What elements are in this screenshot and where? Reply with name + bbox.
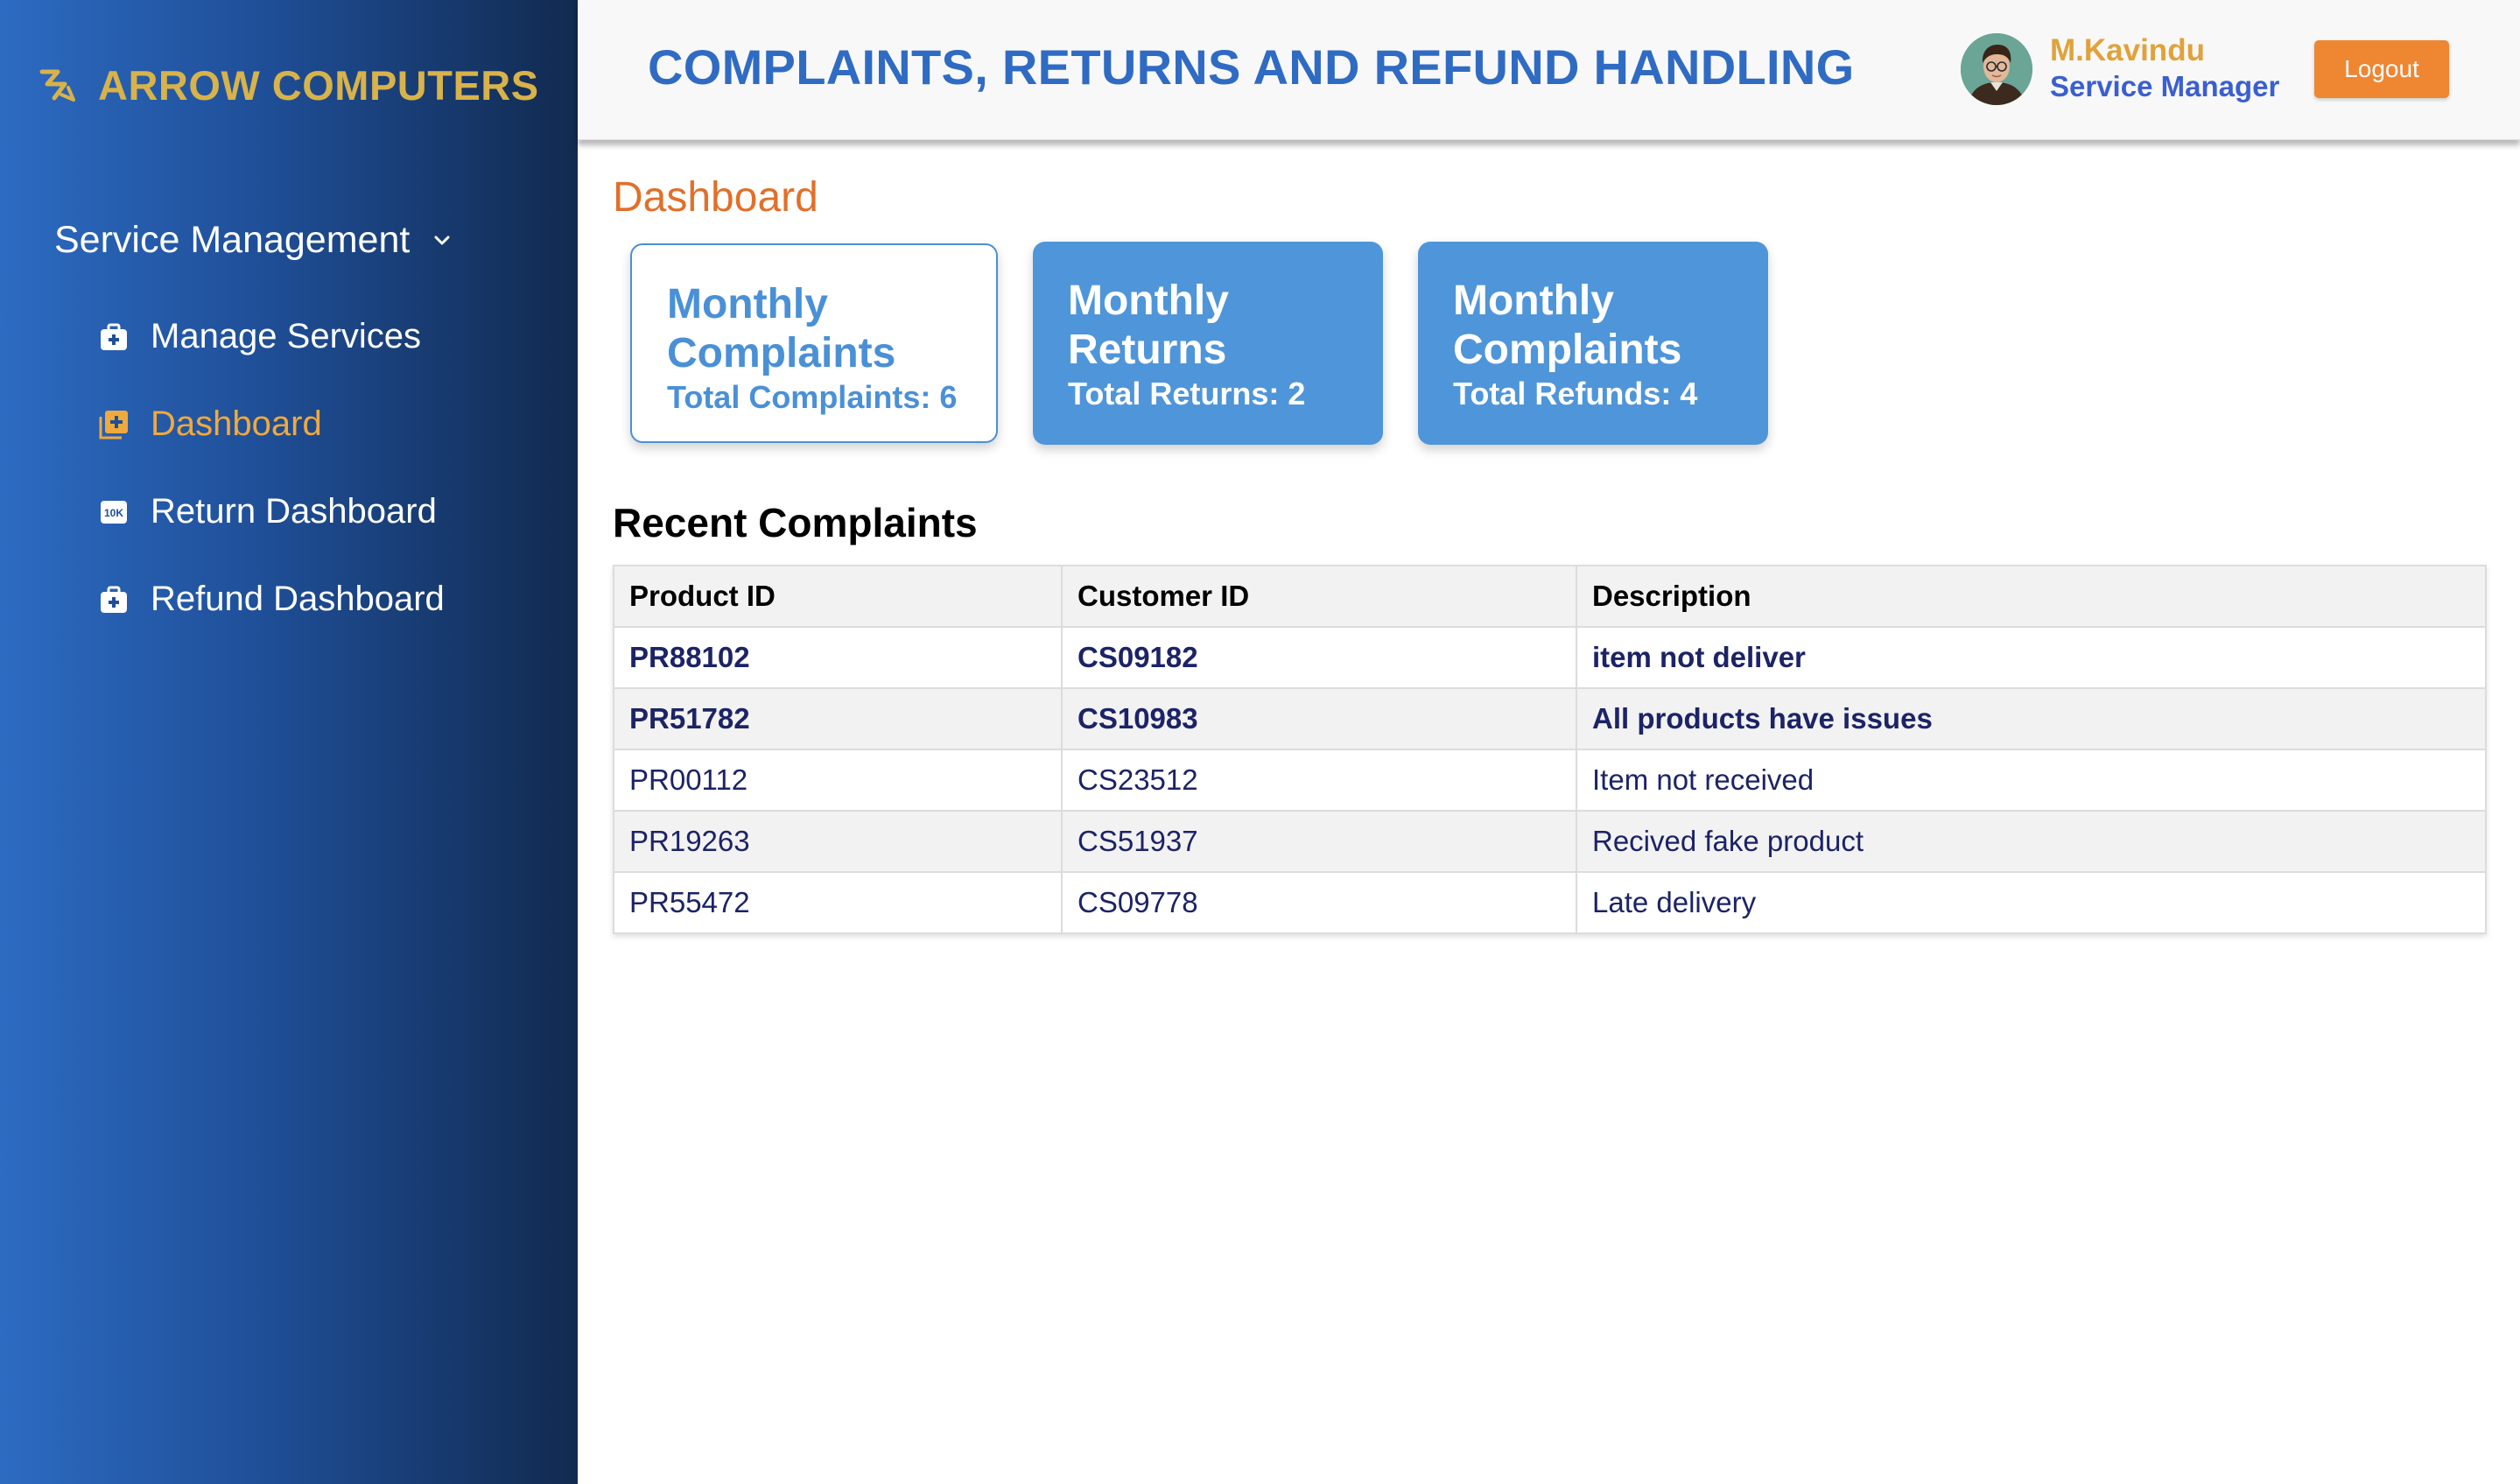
description-cell: Late delivery: [1576, 871, 2487, 934]
service-management-toggle[interactable]: Service Management: [54, 219, 453, 262]
column-header-customer-id[interactable]: Customer ID: [1061, 565, 1577, 628]
user-role: Service Manager: [2050, 70, 2280, 102]
add-to-queue-icon: [99, 410, 128, 439]
product-id-cell: PR00112: [613, 749, 1063, 812]
table-row[interactable]: PR19263 CS51937 Recived fake product: [613, 810, 2487, 873]
description-cell: item not deliver: [1576, 626, 2487, 689]
table-row[interactable]: PR88102 CS09182 item not deliver: [613, 626, 2487, 689]
page-title: COMPLAINTS, RETURNS AND REFUND HANDLING: [648, 39, 1855, 95]
monthly-complaints-card[interactable]: Monthly Complaints Total Complaints: 6: [630, 243, 998, 443]
product-id-cell: PR55472: [613, 871, 1063, 934]
table-title: Recent Complaints: [613, 500, 978, 545]
service-management-label: Service Management: [54, 219, 411, 261]
product-id-cell: PR88102: [613, 626, 1063, 689]
arrow-logo-icon: [39, 69, 75, 102]
customer-id-cell: CS23512: [1061, 749, 1577, 812]
card-title: Monthly Complaints: [1453, 278, 1682, 373]
customer-id-cell: CS10983: [1061, 687, 1577, 750]
sidebar-item-label: Refund Dashboard: [151, 580, 445, 618]
customer-id-cell: CS51937: [1061, 810, 1577, 873]
top-header: COMPLAINTS, RETURNS AND REFUND HANDLING …: [578, 0, 2520, 140]
brand-name: ARROW COMPUTERS: [98, 61, 539, 109]
sidebar-item-refund-dashboard[interactable]: Refund Dashboard: [98, 580, 445, 619]
description-cell: Item not received: [1576, 749, 2487, 812]
sidebar-item-manage-services[interactable]: Manage Services: [98, 317, 421, 356]
table-row[interactable]: PR51782 CS10983 All products have issues: [613, 687, 2487, 750]
card-value: Total Refunds: 4: [1453, 376, 1698, 411]
monthly-returns-card[interactable]: Monthly Returns Total Returns: 2: [1033, 242, 1383, 445]
customer-id-cell: CS09182: [1061, 626, 1577, 689]
product-id-cell: PR51782: [613, 687, 1063, 750]
description-cell: Recived fake product: [1576, 810, 2487, 873]
card-title: Monthly Complaints: [667, 281, 896, 376]
card-value: Total Returns: 2: [1068, 376, 1306, 411]
table-row[interactable]: PR00112 CS23512 Item not received: [613, 749, 2487, 812]
sidebar-item-dashboard[interactable]: Dashboard: [98, 404, 322, 444]
table-row[interactable]: PR55472 CS09778 Late delivery: [613, 871, 2487, 934]
card-value: Total Complaints: 6: [667, 379, 958, 415]
column-header-description[interactable]: Description: [1576, 565, 2487, 628]
sidebar-item-label: Manage Services: [151, 317, 422, 355]
monthly-refunds-card[interactable]: Monthly Complaints Total Refunds: 4: [1418, 242, 1768, 445]
avatar[interactable]: [1961, 33, 2032, 105]
table-header-row: Product ID Customer ID Description: [613, 565, 2487, 628]
sidebar-item-label: Return Dashboard: [151, 492, 437, 531]
customer-id-cell: CS09778: [1061, 871, 1577, 934]
card-title: Monthly Returns: [1068, 278, 1229, 373]
user-name: M.Kavindu: [2050, 33, 2205, 67]
column-header-product-id[interactable]: Product ID: [613, 565, 1063, 628]
10k-badge-icon: 10K: [101, 500, 127, 524]
svg-text:10K: 10K: [104, 507, 123, 519]
product-id-cell: PR19263: [613, 810, 1063, 873]
user-avatar-icon: [1961, 33, 2032, 105]
medical-bag-icon: [101, 323, 127, 350]
section-title: Dashboard: [613, 174, 818, 221]
sidebar: ARROW COMPUTERS Service Management Manag…: [0, 0, 578, 1484]
logout-button[interactable]: Logout: [2314, 40, 2449, 98]
sidebar-item-return-dashboard[interactable]: 10K Return Dashboard: [98, 492, 437, 531]
recent-complaints-table: Product ID Customer ID Description PR881…: [613, 565, 2487, 934]
sidebar-item-label: Dashboard: [151, 404, 322, 443]
description-cell: All products have issues: [1576, 687, 2487, 750]
brand[interactable]: ARROW COMPUTERS: [39, 54, 539, 116]
medical-bag-icon: [101, 586, 127, 613]
chevron-down-icon: [434, 236, 450, 244]
